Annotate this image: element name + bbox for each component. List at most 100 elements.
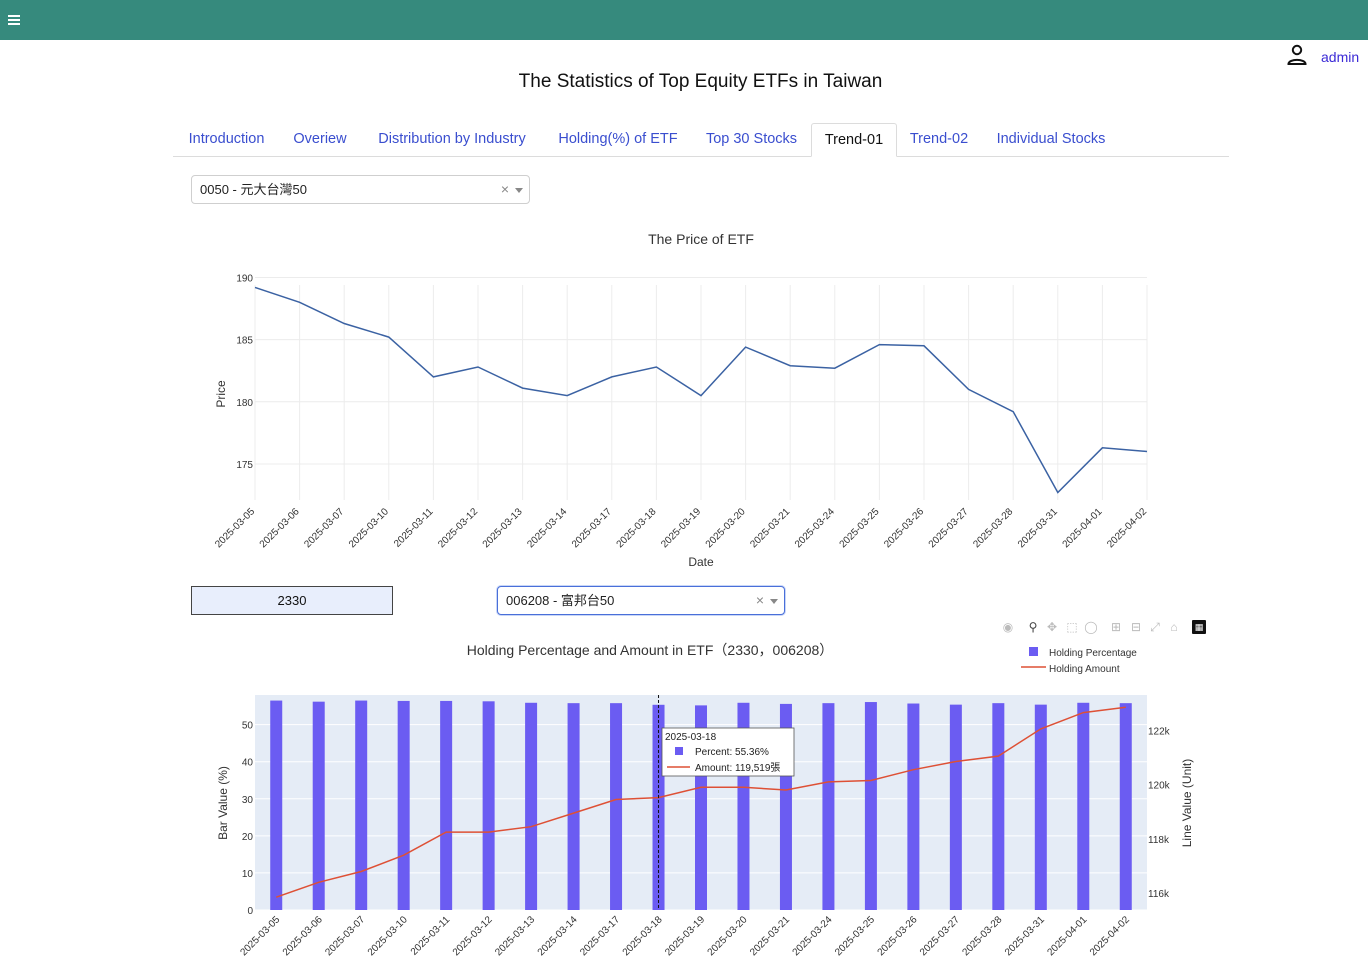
top-navbar: [0, 0, 1368, 40]
user-icon[interactable]: [1285, 43, 1309, 67]
chevron-down-icon[interactable]: [770, 599, 778, 604]
price-x-tick-label: 2025-03-19: [659, 506, 703, 550]
autoscale-icon[interactable]: ⤢: [1148, 620, 1162, 634]
admin-link[interactable]: admin: [1321, 49, 1359, 65]
lasso-icon[interactable]: ◯: [1084, 620, 1098, 634]
holding-x-tick-label: 2025-03-27: [918, 914, 962, 958]
holding-x-tick-label: 2025-03-13: [493, 914, 537, 958]
holding-bar: [949, 704, 962, 910]
holding-x-tick-label: 2025-03-06: [281, 914, 325, 958]
holding-x-tick-label: 2025-03-25: [833, 914, 877, 958]
hamburger-icon[interactable]: [6, 10, 26, 30]
hover-date: 2025-03-18: [665, 732, 717, 743]
holding-x-tick-label: 2025-03-05: [238, 914, 282, 958]
holding-x-ticks: 2025-03-052025-03-062025-03-072025-03-10…: [238, 914, 1132, 958]
holding-grid: [255, 724, 1147, 911]
holding-y2label: Line Value (Unit): [1180, 759, 1194, 848]
box-select-icon[interactable]: ⬚: [1065, 620, 1079, 634]
pan-icon[interactable]: ✥: [1045, 620, 1059, 634]
holding-x-tick-label: 2025-03-28: [961, 914, 1005, 958]
holding-y2-ticks: 116k 118k 120k 122k: [1148, 726, 1171, 900]
holding-x-tick-label: 2025-03-12: [451, 914, 495, 958]
holding-bar: [864, 702, 877, 910]
plotly-logo-icon[interactable]: ▦: [1192, 620, 1206, 634]
legend-holding-amount[interactable]: Holding Amount: [1049, 664, 1120, 675]
price-x-tick-label: 2025-03-14: [525, 506, 569, 550]
price-x-tick-label: 2025-03-24: [793, 506, 837, 550]
holding-bar: [992, 703, 1005, 910]
holding-x-tick-label: 2025-03-10: [366, 914, 410, 958]
clear-icon[interactable]: ×: [501, 176, 509, 203]
price-x-tick-label: 2025-03-27: [927, 506, 971, 550]
holding-x-tick-label: 2025-03-20: [706, 914, 750, 958]
holding-y-tick-label: 20: [242, 832, 254, 843]
tab-introduction[interactable]: Introduction: [173, 123, 280, 157]
holding-y2-tick-label: 118k: [1148, 835, 1170, 846]
etf-select[interactable]: 0050 - 元大台灣50 ×: [191, 175, 530, 204]
holding-x-tick-label: 2025-03-19: [663, 914, 707, 958]
holding-y-tick-label: 0: [247, 906, 253, 917]
tab-bar: Introduction Overiew Distribution by Ind…: [173, 123, 1229, 157]
holding-x-tick-label: 2025-03-31: [1003, 914, 1047, 958]
price-y-tick-label: 180: [236, 398, 253, 409]
tab-holding-of-etf[interactable]: Holding(%) of ETF: [544, 123, 692, 157]
zoom-out-icon[interactable]: ⊟: [1129, 620, 1143, 634]
price-x-tick-label: 2025-03-10: [347, 506, 391, 550]
holding-y-tick-label: 40: [242, 758, 254, 769]
holding-x-tick-label: 2025-03-26: [876, 914, 920, 958]
legend-holding-percentage[interactable]: Holding Percentage: [1049, 648, 1137, 659]
zoom-in-icon[interactable]: ⊞: [1109, 620, 1123, 634]
price-xlabel: Date: [688, 555, 714, 569]
holding-bar: [355, 700, 368, 910]
price-ylabel: Price: [214, 380, 228, 408]
price-line: [254, 286, 1148, 494]
stock-code-input[interactable]: 2330: [191, 586, 393, 615]
legend-bar-swatch: [1029, 647, 1038, 656]
price-y-ticks: 175 180 185 190: [236, 273, 253, 470]
price-x-tick-label: 2025-04-02: [1105, 506, 1149, 550]
price-x-tick-label: 2025-03-06: [258, 506, 302, 550]
clear-icon[interactable]: ×: [756, 587, 764, 614]
holding-bar: [397, 700, 410, 910]
reset-axes-icon[interactable]: ⌂: [1167, 620, 1181, 634]
holding-bar: [779, 703, 792, 910]
holding-bar: [440, 700, 453, 910]
holding-x-tick-label: 2025-03-21: [748, 914, 792, 958]
tab-overiew[interactable]: Overiew: [280, 123, 360, 157]
holding-y-tick-label: 30: [242, 795, 254, 806]
holding-x-tick-label: 2025-03-11: [409, 914, 453, 958]
tab-trend-01[interactable]: Trend-01: [811, 123, 897, 157]
holding-bar: [822, 703, 835, 910]
tab-distribution-by-industry[interactable]: Distribution by Industry: [360, 123, 544, 157]
tab-individual-stocks[interactable]: Individual Stocks: [981, 123, 1121, 157]
holding-bar: [907, 703, 920, 910]
price-x-tick-label: 2025-03-07: [302, 506, 346, 550]
holding-bars: [270, 700, 1132, 910]
holding-y-ticks: 0 10 20 30 40 50: [242, 721, 254, 917]
holding-y-tick-label: 10: [242, 869, 254, 880]
chevron-down-icon[interactable]: [515, 188, 523, 193]
holding-bar: [567, 703, 580, 910]
holding-y2-tick-label: 116k: [1148, 889, 1170, 900]
holding-ylabel: Bar Value (%): [216, 766, 230, 840]
camera-icon[interactable]: ◉: [1001, 620, 1015, 634]
price-x-tick-label: 2025-04-01: [1061, 506, 1105, 550]
holding-y-tick-label: 50: [242, 721, 254, 732]
holding-x-tick-label: 2025-03-07: [323, 914, 367, 958]
hover-bar-swatch: [675, 747, 683, 755]
holding-y2-tick-label: 120k: [1148, 781, 1171, 792]
tab-top-30-stocks[interactable]: Top 30 Stocks: [692, 123, 811, 157]
holding-bar: [525, 702, 538, 910]
etf-select-2[interactable]: 006208 - 富邦台50 ×: [497, 586, 785, 615]
holding-bar: [270, 700, 283, 910]
holding-amount-line: [275, 706, 1126, 898]
tab-trend-02[interactable]: Trend-02: [897, 123, 981, 157]
holding-bar: [482, 701, 495, 910]
holding-bar: [737, 702, 750, 910]
holding-x-tick-label: 2025-03-18: [621, 914, 665, 958]
price-y-tick-label: 190: [236, 273, 253, 284]
price-x-tick-label: 2025-03-18: [615, 506, 659, 550]
zoom-icon[interactable]: ⚲: [1026, 620, 1040, 634]
holding-bar: [652, 704, 665, 910]
hover-amount: Amount: 119,519張: [695, 762, 780, 774]
